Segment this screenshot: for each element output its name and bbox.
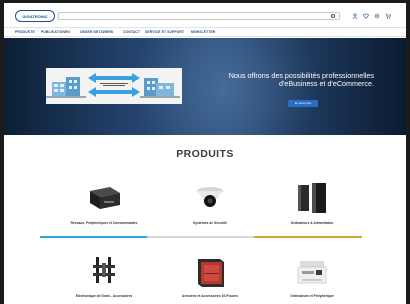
hero-cta-button[interactable]: En savoir plus (288, 100, 318, 107)
site-header: GIGATRONIC (4, 3, 406, 27)
product-category[interactable]: Ordinateurs & Alimentation (252, 179, 372, 225)
main-nav: Produkte Publikationen Unser Netzwerk Co… (4, 27, 406, 37)
search-icon[interactable] (331, 14, 335, 18)
cart-icon[interactable] (385, 13, 391, 19)
hero-title: Nous offrons des possibilités profession… (228, 71, 374, 88)
product-category[interactable]: Ordinateurs et Périphérique (252, 253, 372, 298)
browser-page: GIGATRONIC Produkte Publikationen Unser … (4, 3, 406, 304)
printer-image (252, 253, 372, 291)
slider-dots (192, 130, 216, 133)
tv-mount-image (44, 253, 164, 291)
nav-item-publikationen[interactable]: Publikationen (41, 30, 70, 34)
search-bar[interactable] (58, 12, 340, 20)
products-title: PRODUITS (176, 148, 234, 160)
nav-item-network[interactable]: Unser Netzwerk (80, 30, 113, 34)
product-category[interactable]: Electronique de Grain - Accessoires (44, 253, 164, 298)
network-switch-image (44, 179, 164, 217)
nav-item-produkte[interactable]: Produkte (15, 30, 35, 34)
product-label: Réseaux, Périphériques et Consommables (70, 221, 138, 225)
nav-item-newsletter[interactable]: Newsletter (191, 30, 215, 34)
ups-image (252, 179, 372, 217)
hero-illustration (46, 68, 182, 104)
settings-icon[interactable] (374, 13, 380, 19)
category-bar-grey (147, 236, 254, 238)
hero-banner: Nous offrons des possibilités profession… (4, 38, 406, 135)
logo-text: GIGATRONIC (22, 13, 48, 19)
nav-item-service[interactable]: Service et support (145, 30, 184, 34)
product-label: Ordinateurs et Périphérique (290, 294, 334, 298)
wishlist-icon[interactable] (363, 13, 369, 19)
nav-item-contact[interactable]: Contact (123, 30, 140, 34)
product-label: Ordinateurs & Alimentation (290, 221, 334, 225)
site-logo[interactable]: GIGATRONIC (15, 10, 55, 22)
category-bar-gold (254, 236, 362, 238)
category-bar-blue (40, 236, 147, 238)
product-category[interactable]: Réseaux, Périphériques et Consommables (44, 179, 164, 225)
product-label: Electronique de Grain - Accessoires (75, 294, 133, 298)
user-icon[interactable] (352, 13, 358, 19)
search-input[interactable] (63, 13, 325, 19)
